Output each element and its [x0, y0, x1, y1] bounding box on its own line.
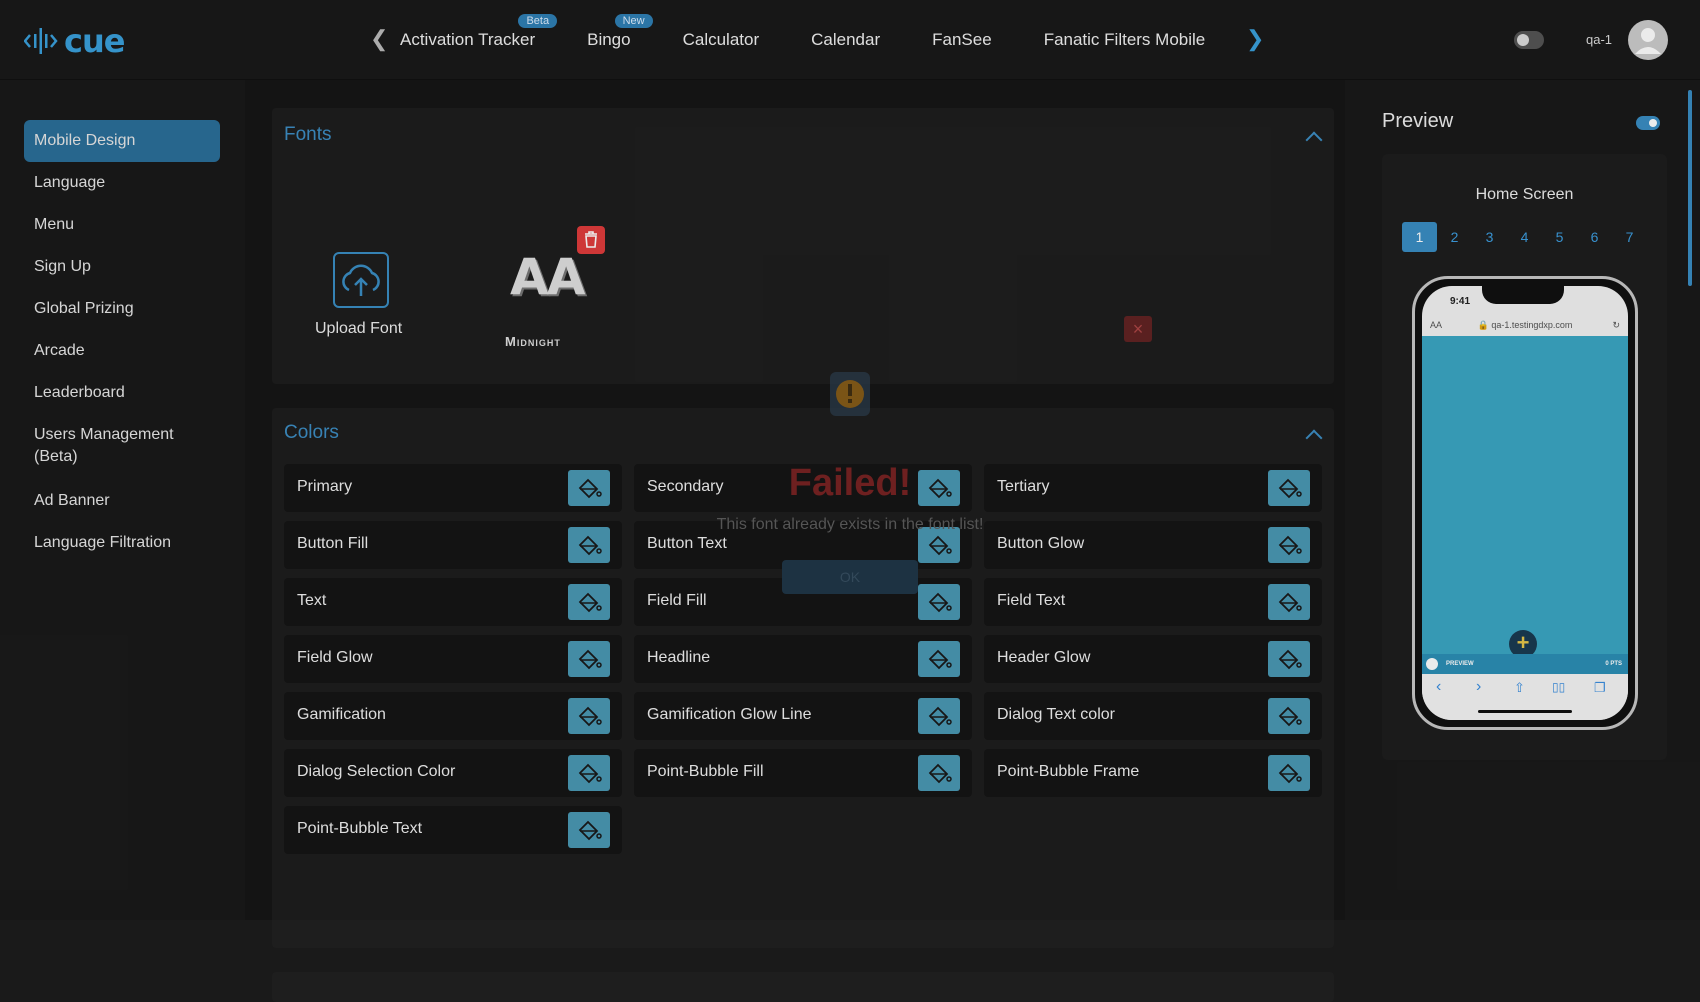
close-icon[interactable]: × — [1124, 316, 1152, 342]
dialog-title: Failed! — [788, 462, 912, 504]
ok-button[interactable]: OK — [782, 560, 918, 594]
dialog-message: This font already exists in the font lis… — [716, 516, 984, 533]
next-panel — [272, 972, 1334, 1002]
error-dialog: Failed! This font already exists in the … — [690, 340, 1010, 620]
warning-icon — [830, 372, 870, 416]
